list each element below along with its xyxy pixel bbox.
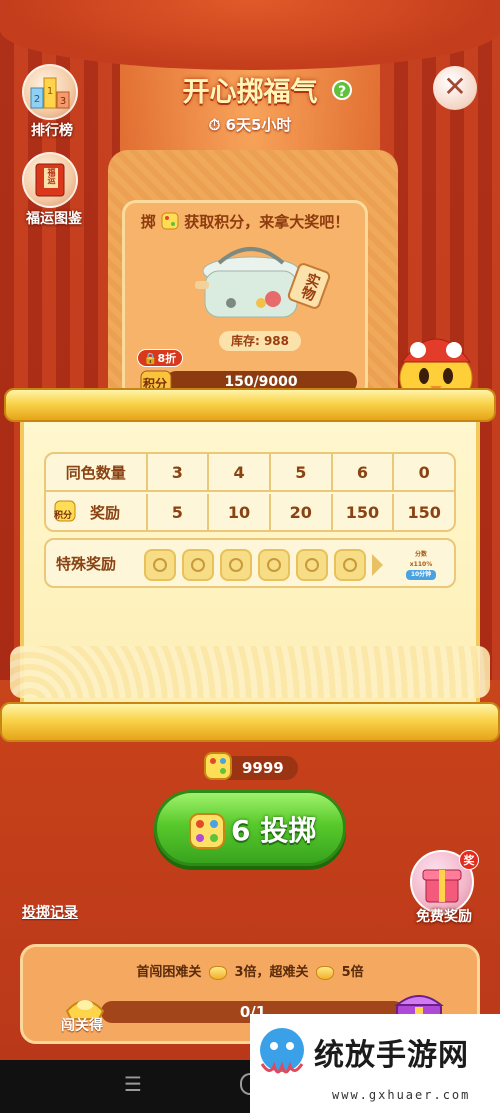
dice-points-value: 9999 xyxy=(242,759,284,777)
special-reward-panel: 特殊奖励 分数 x110% 10分钟 xyxy=(44,538,456,588)
bonus-multiplier-hard: 3倍 xyxy=(234,965,257,980)
roll-button-label: 6 投掷 xyxy=(231,809,316,849)
lucky-bag-icon xyxy=(229,558,243,572)
help-button[interactable]: ? xyxy=(332,80,352,100)
special-reward-slot[interactable] xyxy=(220,549,252,581)
lucky-bag-icon xyxy=(305,558,319,572)
table-cell: 4 xyxy=(207,454,269,492)
score-mini-label: 积分 xyxy=(54,511,73,521)
special-reward-slot[interactable] xyxy=(296,549,328,581)
ranking-podium-icon: 2 1 3 xyxy=(30,77,70,109)
free-reward-badge: 奖 xyxy=(459,850,479,870)
dice-icon xyxy=(204,752,232,780)
gold-ingot-icon xyxy=(316,965,335,980)
special-reward-slot[interactable] xyxy=(334,549,366,581)
special-reward-slot[interactable] xyxy=(144,549,176,581)
scroll-bottom-rod xyxy=(0,702,500,742)
prize-title-text: 获取积分，来拿大奖吧！ xyxy=(184,213,350,231)
scroll-top-rod xyxy=(4,388,496,422)
bonus-prefix: 首闯困难关 xyxy=(136,965,202,980)
discount-badge: 🔒8折 xyxy=(137,349,183,367)
lucky-bag-icon xyxy=(191,558,205,572)
table-cell: 6 xyxy=(330,454,393,492)
watermark-url: www.gxhuaer.com xyxy=(332,1088,471,1102)
gold-ingot-icon xyxy=(208,965,227,980)
table-row-count: 同色数量 3 4 5 6 0 xyxy=(46,454,454,492)
close-button[interactable]: ✕ xyxy=(433,66,477,110)
scroll-wave-pattern xyxy=(10,646,490,698)
lock-icon: 🔒 xyxy=(143,352,158,365)
special-reward-slot[interactable] xyxy=(182,549,214,581)
ranking-button[interactable]: 2 1 3 xyxy=(22,64,78,120)
reward-table: 同色数量 3 4 5 6 0 积分 奖励 5 10 20 150 150 xyxy=(44,452,456,532)
roll-count: 6 xyxy=(231,814,251,847)
boost-line: x110% xyxy=(409,561,433,568)
nav-menu-button[interactable]: ☰ xyxy=(124,1072,142,1096)
prize-title-prefix: 掷 xyxy=(140,213,156,231)
fortune-book-label: 福运图鉴 xyxy=(26,211,82,227)
fortune-book-button[interactable]: 福运 xyxy=(22,152,78,208)
svg-text:3: 3 xyxy=(60,96,66,107)
row-header-count: 同色数量 xyxy=(65,464,126,482)
row-header-reward: 积分 奖励 xyxy=(46,494,146,530)
score-boost-badge: 分数 x110% 10分钟 xyxy=(406,550,436,580)
ranking-label: 排行榜 xyxy=(31,123,73,139)
stock-label: 库存: 988 xyxy=(219,331,301,351)
svg-text:1: 1 xyxy=(47,86,53,97)
table-cell: 150 xyxy=(330,494,393,530)
table-cell: 0 xyxy=(392,454,454,492)
watermark-text: 统放手游网 xyxy=(314,1038,469,1073)
boost-line: 10分钟 xyxy=(406,570,436,580)
table-cell: 10 xyxy=(207,494,269,530)
site-watermark: 统放手游网 www.gxhuaer.com xyxy=(250,1014,500,1113)
table-cell: 3 xyxy=(145,454,208,492)
lucky-bag-icon xyxy=(267,558,281,572)
clock-icon: ⏱ xyxy=(208,116,226,134)
table-cell: 5 xyxy=(268,454,331,492)
discount-text: 8折 xyxy=(157,352,177,365)
pass-reward-label: 闯关得 xyxy=(61,1018,103,1034)
countdown-timer: ⏱ 6天5小时 xyxy=(180,114,320,135)
level-bonus-text: 首闯困难关 3倍，超难关 5倍 xyxy=(23,961,477,980)
lucky-bag-icon xyxy=(153,558,167,572)
octopus-logo-icon xyxy=(260,1028,304,1074)
prize-card: 掷 获取积分，来拿大奖吧！ 实物 库存: 988 🔒8折 150/9000 积分 xyxy=(122,200,368,400)
boost-line: 分数 xyxy=(414,551,427,558)
prize-title: 掷 获取积分，来拿大奖吧！ xyxy=(125,211,365,232)
bonus-middle: ，超难关 xyxy=(256,965,309,980)
special-reward-label: 特殊奖励 xyxy=(56,555,117,573)
table-cell: 5 xyxy=(145,494,208,530)
svg-text:2: 2 xyxy=(34,94,40,105)
arrow-right-icon xyxy=(372,554,383,576)
fortune-book-text: 福运 xyxy=(47,168,56,184)
lucky-bag-icon xyxy=(343,558,357,572)
table-cell: 150 xyxy=(392,494,454,530)
roll-text: 投掷 xyxy=(260,814,317,847)
reward-header-text: 奖励 xyxy=(90,504,121,522)
dice-icon xyxy=(161,212,179,230)
bonus-multiplier-super: 5倍 xyxy=(341,965,364,980)
roll-record-link[interactable]: 投掷记录 xyxy=(22,902,78,922)
table-cell: 20 xyxy=(268,494,331,530)
dice-icon xyxy=(189,813,225,849)
special-reward-slot[interactable] xyxy=(258,549,290,581)
roll-dice-button[interactable]: 6 投掷 xyxy=(154,790,346,866)
timer-text: 6天5小时 xyxy=(225,116,292,134)
table-row-reward: 积分 奖励 5 10 20 150 150 xyxy=(46,494,454,530)
free-reward-label: 免费奖励 xyxy=(416,909,472,925)
page-title: 开心掷福气 xyxy=(182,77,318,108)
